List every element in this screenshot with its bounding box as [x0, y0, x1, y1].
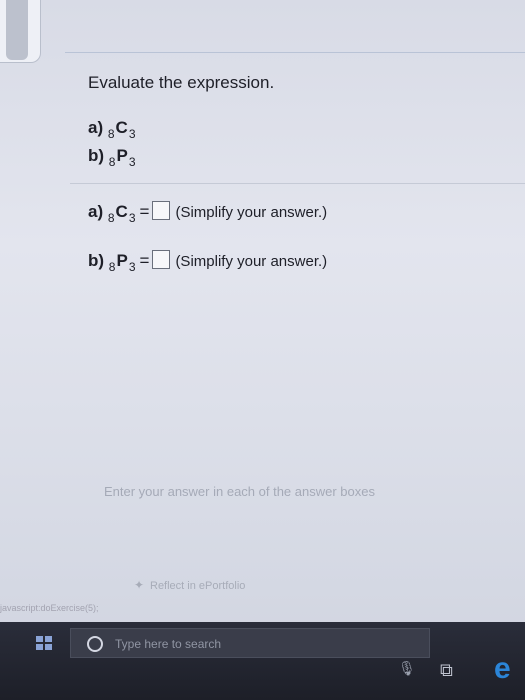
question-part-b: b) 8P3 [88, 146, 136, 169]
r-value: 3 [128, 211, 136, 225]
exercise-page: Evaluate the expression. a) 8C3 b) 8P3 a… [0, 0, 525, 640]
search-placeholder: Type here to search [115, 637, 222, 651]
reflect-link[interactable]: Reflect in ePortfolio [150, 580, 245, 592]
r-value: 3 [128, 155, 136, 169]
operator-letter: C [115, 118, 128, 137]
task-view-icon[interactable]: ⧉ [440, 660, 453, 681]
operator-letter: P [116, 146, 128, 165]
reflect-icon: ✦ [134, 578, 145, 592]
answer-box-b[interactable] [152, 250, 171, 269]
taskbar-search-box[interactable]: Type here to search [70, 628, 430, 658]
answer-box-a[interactable] [152, 201, 171, 220]
n-value: 8 [107, 127, 115, 141]
operator-letter: P [116, 251, 128, 270]
microphone-icon[interactable]: 🎙 [398, 660, 416, 677]
n-value: 8 [108, 260, 116, 274]
simplify-hint: (Simplify your answer.) [175, 204, 328, 221]
windows-start-icon[interactable] [36, 636, 52, 650]
operator-letter: C [115, 202, 128, 221]
scroll-handle[interactable] [0, 0, 41, 63]
cortana-circle-icon [87, 636, 103, 652]
r-value: 3 [128, 127, 136, 141]
question-part-a: a) 8C3 [88, 118, 136, 141]
section-divider [70, 183, 525, 184]
part-label: a) [88, 202, 104, 221]
r-value: 3 [128, 260, 136, 274]
part-label: b) [88, 146, 105, 165]
n-value: 8 [107, 211, 115, 225]
answer-row-a: a) 8C3 = (Simplify your answer.) [88, 201, 328, 225]
simplify-hint: (Simplify your answer.) [175, 253, 328, 270]
top-divider [65, 52, 525, 53]
part-label: a) [88, 118, 104, 137]
instruction-text: Enter your answer in each of the answer … [104, 484, 375, 499]
n-value: 8 [108, 155, 116, 169]
question-title: Evaluate the expression. [88, 73, 275, 92]
edge-browser-icon[interactable]: e [494, 652, 511, 686]
equals-sign: = [139, 251, 150, 270]
equals-sign: = [139, 202, 150, 221]
answer-row-b: b) 8P3 = (Simplify your answer.) [88, 250, 328, 274]
windows-taskbar: Type here to search 🎙 ⧉ e [0, 622, 525, 700]
part-label: b) [88, 251, 105, 270]
status-bar-text: javascript:doExercise(5); [0, 603, 99, 613]
